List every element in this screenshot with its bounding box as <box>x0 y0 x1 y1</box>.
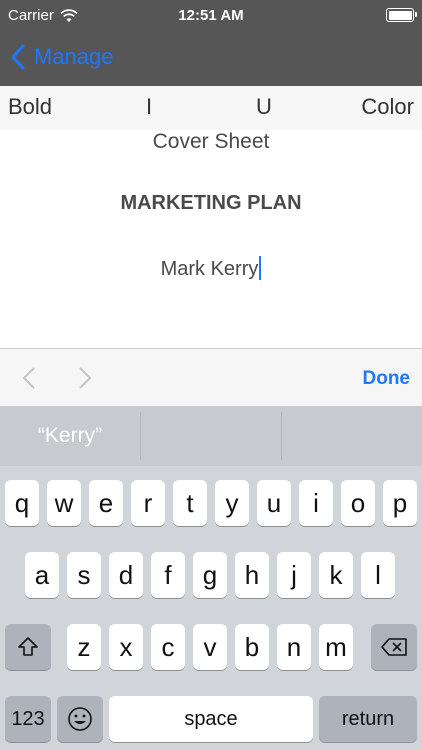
key-v[interactable]: v <box>193 624 227 670</box>
previous-field-icon[interactable] <box>22 366 36 390</box>
predictive-bar: “Kerry” <box>0 406 422 466</box>
text-cursor <box>259 256 262 280</box>
done-button[interactable]: Done <box>363 368 411 390</box>
author-line: Mark Kerry <box>0 256 422 281</box>
underline-button[interactable]: U <box>256 94 272 120</box>
document-editor[interactable]: Cover Sheet MARKETING PLAN Mark Kerry <box>0 130 422 348</box>
app-screen: Carrier 12:51 AM Manage Bold I U Color C… <box>0 0 422 750</box>
key-w[interactable]: w <box>47 480 81 526</box>
key-u[interactable]: u <box>257 480 291 526</box>
key-d[interactable]: d <box>109 552 143 598</box>
key-h[interactable]: h <box>235 552 269 598</box>
battery-icon <box>386 8 417 22</box>
keyboard-accessory-bar: Done <box>0 348 422 406</box>
key-c[interactable]: c <box>151 624 185 670</box>
key-p[interactable]: p <box>383 480 417 526</box>
prediction-3[interactable] <box>282 406 422 466</box>
italic-button[interactable]: I <box>146 94 152 120</box>
key-e[interactable]: e <box>89 480 123 526</box>
format-toolbar: Bold I U Color <box>0 86 422 130</box>
color-button[interactable]: Color <box>361 94 414 120</box>
shift-icon <box>18 637 38 656</box>
status-bar: Carrier 12:51 AM <box>0 0 422 30</box>
key-i[interactable]: i <box>299 480 333 526</box>
status-time: 12:51 AM <box>178 7 244 24</box>
key-f[interactable]: f <box>151 552 185 598</box>
key-o[interactable]: o <box>341 480 375 526</box>
key-t[interactable]: t <box>173 480 207 526</box>
numbers-key[interactable]: 123 <box>5 696 51 742</box>
bold-button[interactable]: Bold <box>8 94 52 120</box>
author-text: Mark Kerry <box>160 258 259 280</box>
emoji-key[interactable] <box>57 696 103 742</box>
key-g[interactable]: g <box>193 552 227 598</box>
back-button-label: Manage <box>34 44 114 69</box>
key-s[interactable]: s <box>67 552 101 598</box>
document-title: MARKETING PLAN <box>120 192 302 214</box>
key-a[interactable]: a <box>25 552 59 598</box>
key-x[interactable]: x <box>109 624 143 670</box>
prediction-2[interactable] <box>141 406 281 466</box>
space-key[interactable]: space <box>109 696 313 742</box>
return-key[interactable]: return <box>319 696 417 742</box>
chevron-left-icon <box>11 44 25 70</box>
top-bar: Carrier 12:51 AM Manage <box>0 0 422 86</box>
key-q[interactable]: q <box>5 480 39 526</box>
delete-backspace-icon <box>381 638 407 656</box>
key-b[interactable]: b <box>235 624 269 670</box>
back-button[interactable]: Manage <box>10 40 114 74</box>
delete-key[interactable] <box>371 624 417 670</box>
key-l[interactable]: l <box>361 552 395 598</box>
key-z[interactable]: z <box>67 624 101 670</box>
key-m[interactable]: m <box>319 624 353 670</box>
prediction-1[interactable]: “Kerry” <box>0 406 140 466</box>
next-field-icon[interactable] <box>78 366 92 390</box>
keyboard: “Kerry” q w e r t y u i o p a s d f g h … <box>0 406 422 750</box>
key-k[interactable]: k <box>319 552 353 598</box>
cover-sheet-text: Cover Sheet <box>152 130 270 153</box>
key-j[interactable]: j <box>277 552 311 598</box>
key-y[interactable]: y <box>215 480 249 526</box>
key-r[interactable]: r <box>131 480 165 526</box>
key-n[interactable]: n <box>277 624 311 670</box>
emoji-icon <box>68 707 92 731</box>
shift-key[interactable] <box>5 624 51 670</box>
